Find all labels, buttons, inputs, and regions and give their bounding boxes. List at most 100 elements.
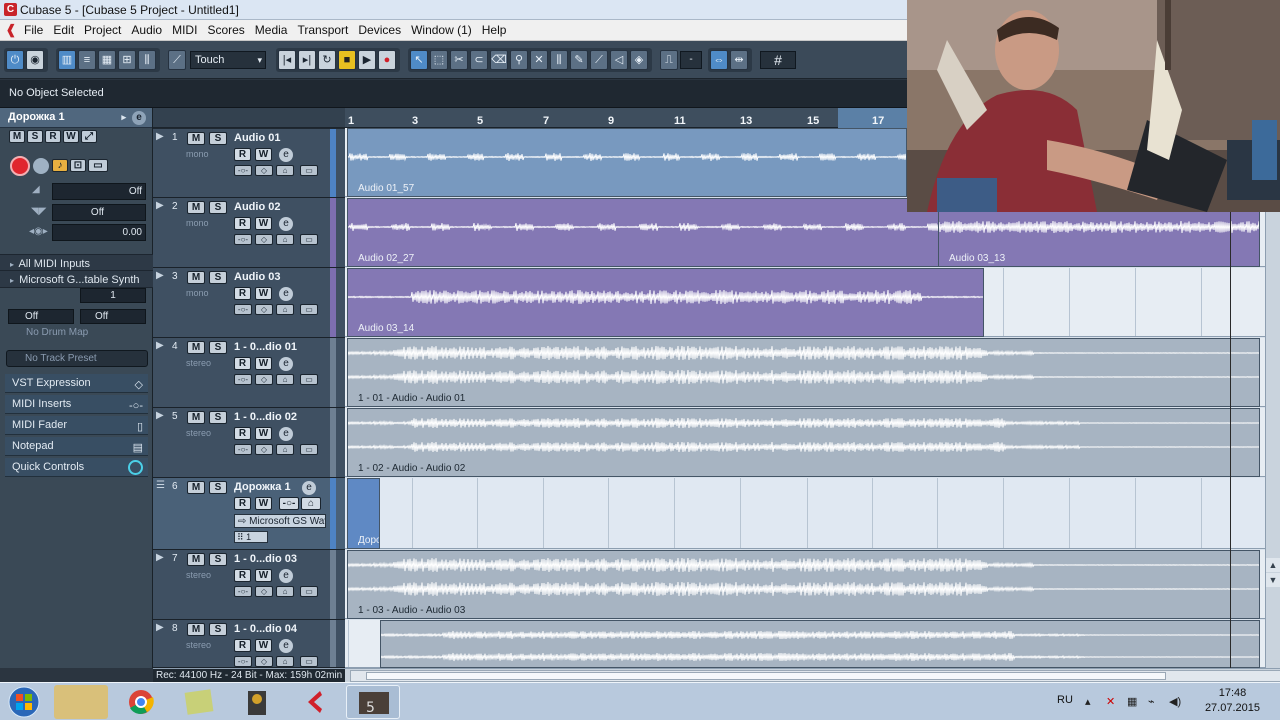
midi-channel-field[interactable]: 1 — [80, 288, 146, 303]
audio-event[interactable]: 1 - 02 - Audio - Audio 02 — [347, 408, 1260, 477]
mute-button[interactable]: M — [187, 481, 205, 494]
network-icon[interactable]: ▦ — [1127, 696, 1139, 708]
track-header[interactable]: ▶ 5 M S 1 - 0...dio 02 stereo R We -○- ◇ ⌂ ▭ — [153, 408, 345, 478]
read-automation-button[interactable]: R — [234, 497, 251, 510]
input-icon[interactable]: -○- — [234, 304, 252, 315]
bypass-icon[interactable]: ⌂ — [301, 497, 321, 510]
track-preset-select[interactable]: No Track Preset — [6, 350, 148, 367]
start-button[interactable] — [2, 685, 46, 719]
lock-icon[interactable]: ⌂ — [276, 165, 294, 176]
read-automation-button[interactable]: R — [234, 217, 251, 230]
show-pool-icon[interactable]: ⊞ — [118, 49, 136, 70]
range-selection-tool-icon[interactable]: ⬚ — [430, 49, 448, 70]
mute-button[interactable]: M — [187, 201, 205, 214]
track-lane[interactable]: Audio 03_14 — [345, 268, 1265, 337]
timebase-icon[interactable]: ◇ — [255, 165, 273, 176]
write-automation-button[interactable]: W — [255, 287, 272, 300]
edit-channel-icon[interactable]: e — [279, 148, 293, 162]
expand-arrow-icon[interactable]: ▶ — [156, 622, 164, 633]
mute-button[interactable]: M — [187, 623, 205, 636]
write-automation-button[interactable]: W — [255, 497, 272, 510]
edit-channel-icon[interactable]: e — [279, 287, 293, 301]
automation-mode-icon[interactable]: ⟋ — [168, 49, 186, 70]
monitor-button[interactable] — [33, 158, 49, 174]
edit-instrument-icon[interactable]: e — [302, 481, 316, 495]
play-icon[interactable]: ▶ — [358, 49, 376, 70]
read-automation-button[interactable]: R — [234, 427, 251, 440]
audio-event[interactable]: Доро — [347, 478, 380, 549]
lock-button[interactable]: ⊡ — [70, 159, 86, 172]
track-header[interactable]: ▶ 8 M S 1 - 0...dio 04 stereo R We -○- ◇ ⌂ ▭ — [153, 620, 345, 668]
play-tool-icon[interactable]: ◁ — [610, 49, 628, 70]
grid-select[interactable]: # — [760, 50, 796, 69]
solo-button[interactable]: S — [209, 201, 227, 214]
audio-event[interactable]: Audio 03_14 — [347, 268, 984, 337]
solo-button[interactable]: S — [209, 481, 227, 494]
expand-arrow-icon[interactable]: ▶ — [156, 340, 164, 351]
menu-help[interactable]: Help — [482, 23, 515, 37]
lock-icon[interactable]: ⌂ — [276, 374, 294, 385]
audio-event[interactable]: 1 - 01 - Audio - Audio 01 — [347, 338, 1260, 407]
line-tool-icon[interactable]: ⟋ — [590, 49, 608, 70]
track-lane[interactable]: Доро — [345, 478, 1265, 549]
track-name[interactable]: Audio 01 — [234, 132, 280, 144]
track-header[interactable]: ▶ 2 M S Audio 02 mono R We -○- ◇ ⌂ ▭ — [153, 198, 345, 268]
read-automation-button[interactable]: R — [45, 130, 61, 143]
track-lane[interactable] — [345, 620, 1265, 668]
lanes-icon[interactable]: ▭ — [300, 304, 318, 315]
track-name[interactable]: Audio 02 — [234, 201, 280, 213]
mute-button[interactable]: M — [187, 271, 205, 284]
section-quick-controls[interactable]: Quick Controls — [5, 458, 148, 477]
mute-tool-icon[interactable]: ✕ — [530, 49, 548, 70]
menu-scores[interactable]: Scores — [207, 23, 252, 37]
show-inspector-icon[interactable]: ▥ — [58, 49, 76, 70]
show-overview-icon[interactable]: ▦ — [98, 49, 116, 70]
lanes-button[interactable]: ⤢ — [81, 130, 97, 143]
audio-event[interactable] — [380, 620, 1260, 668]
timebase-icon[interactable]: ◇ — [255, 374, 273, 385]
scrollbar-thumb[interactable] — [366, 672, 1166, 680]
track-name[interactable]: 1 - 0...dio 03 — [234, 553, 297, 565]
show-mixer-icon[interactable]: ⫼ — [138, 49, 156, 70]
record-icon[interactable]: ● — [378, 49, 396, 70]
section-vst-expression[interactable]: VST Expression ◇ — [5, 374, 148, 393]
expand-arrow-icon[interactable]: ▶ — [156, 270, 164, 281]
edit-channel-icon[interactable]: e — [279, 357, 293, 371]
input-icon[interactable]: -○- — [234, 586, 252, 597]
track-header[interactable]: ▶ 1 M S Audio 01 mono R We -○- ◇ ⌂ ▭ — [153, 129, 345, 198]
menu-window[interactable]: Window (1) — [411, 23, 480, 37]
lanes-icon[interactable]: ▭ — [300, 444, 318, 455]
mute-button[interactable]: M — [9, 130, 25, 143]
quantize-select[interactable]: - — [680, 50, 702, 69]
horizontal-scrollbar[interactable] — [350, 670, 1280, 682]
midi-output-select[interactable]: ▸ Microsoft G...table Synth — [0, 270, 153, 288]
lock-icon[interactable]: ⌂ — [276, 234, 294, 245]
edit-channel-icon[interactable]: e — [279, 427, 293, 441]
mute-button[interactable]: M — [187, 553, 205, 566]
lanes-icon[interactable]: ▭ — [300, 656, 318, 667]
expand-arrow-icon[interactable]: ▶ — [156, 410, 164, 421]
section-midi-fader[interactable]: MIDI Fader ▯ — [5, 416, 148, 435]
edit-channel-icon[interactable]: e — [279, 217, 293, 231]
expand-arrow-icon[interactable]: ▶ — [156, 552, 164, 563]
section-notepad[interactable]: Notepad ▤ — [5, 437, 148, 456]
automation-mode-select[interactable]: Touch — [190, 50, 266, 69]
tray-alert-icon[interactable]: ✕ — [1106, 696, 1118, 708]
track-name[interactable]: 1 - 0...dio 01 — [234, 341, 297, 353]
split-tool-icon[interactable]: ✂ — [450, 49, 468, 70]
draw-tool-icon[interactable]: ✎ — [570, 49, 588, 70]
write-automation-button[interactable]: W — [255, 357, 272, 370]
record-enable-button[interactable] — [10, 156, 30, 176]
lock-icon[interactable]: ⌂ — [276, 656, 294, 667]
drum-button[interactable]: ▭ — [88, 159, 108, 172]
read-automation-button[interactable]: R — [234, 148, 251, 161]
mute-button[interactable]: M — [187, 132, 205, 145]
erase-tool-icon[interactable]: ⌫ — [490, 49, 508, 70]
scroll-up-icon[interactable]: ▲ — [1266, 558, 1280, 572]
track-lane[interactable]: 1 - 01 - Audio - Audio 01 — [345, 338, 1265, 407]
solo-button[interactable]: S — [27, 130, 43, 143]
notes-taskbar-icon[interactable] — [172, 685, 226, 719]
timebase-button[interactable]: ♪ — [52, 159, 68, 172]
language-indicator[interactable]: RU — [1057, 694, 1073, 706]
edit-channel-icon[interactable]: e — [279, 639, 293, 653]
